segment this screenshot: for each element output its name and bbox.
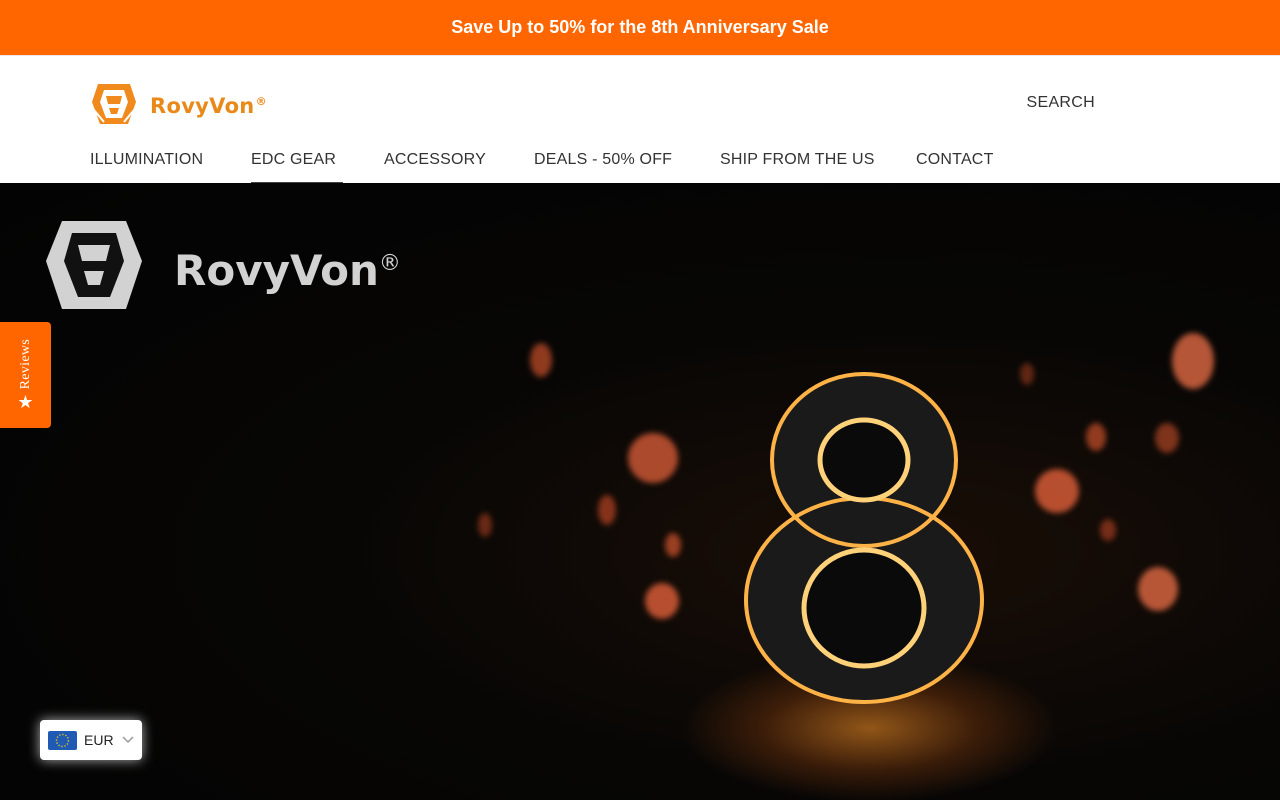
ember-light — [598, 495, 616, 525]
nav-item-deals[interactable]: DEALS - 50% OFF — [534, 151, 672, 184]
announcement-text: Save Up to 50% for the 8th Anniversary S… — [451, 17, 829, 37]
numeral-eight — [744, 372, 984, 704]
ember-light — [478, 513, 492, 537]
star-icon: ★ — [17, 392, 34, 413]
nav-item-edc-gear[interactable]: EDC GEAR — [251, 151, 344, 184]
chevron-down-icon — [122, 736, 134, 744]
site-header: RovyVon® SEARCH ILLUMINATION EDC GEAR AC… — [0, 55, 1280, 184]
lion-logo-icon — [92, 84, 136, 124]
lion-head-icon — [46, 221, 142, 309]
hero-logo: RovyVon® — [44, 219, 401, 311]
ember-light — [628, 433, 678, 483]
nav-item-illumination[interactable]: ILLUMINATION — [90, 151, 203, 184]
currency-code: EUR — [84, 732, 114, 748]
registered-mark: ® — [255, 95, 267, 108]
nav-item-accessory[interactable]: ACCESSORY — [384, 151, 486, 184]
reviews-tab[interactable]: Reviews ★ — [0, 322, 51, 428]
nav-item-ship-from-us[interactable]: SHIP FROM THE US — [720, 151, 875, 184]
announcement-bar[interactable]: Save Up to 50% for the 8th Anniversary S… — [0, 0, 1280, 55]
ember-light — [1100, 519, 1116, 541]
hero-banner[interactable]: RovyVon® — [0, 183, 1280, 800]
ember-light — [1155, 423, 1179, 453]
hero-registered-mark: ® — [378, 250, 401, 276]
hero-brand-name: RovyVon® — [174, 245, 401, 295]
ember-light — [645, 583, 679, 619]
eu-flag-icon — [48, 730, 77, 750]
ember-light — [1138, 567, 1178, 611]
nav-item-contact[interactable]: CONTACT — [916, 151, 994, 184]
currency-selector[interactable]: EUR — [40, 720, 142, 760]
reviews-label: Reviews — [17, 338, 33, 390]
brand-name: RovyVon® — [150, 94, 267, 118]
ember-light — [530, 343, 552, 377]
ember-light — [1086, 423, 1106, 451]
ember-light — [665, 533, 681, 557]
ember-light — [1020, 363, 1034, 385]
main-nav: ILLUMINATION EDC GEAR ACCESSORY DEALS - … — [90, 151, 1090, 184]
ember-light — [1172, 333, 1214, 389]
ember-light — [1035, 469, 1079, 513]
search-link[interactable]: SEARCH — [1027, 94, 1095, 112]
site-logo[interactable]: RovyVon® — [90, 82, 267, 126]
